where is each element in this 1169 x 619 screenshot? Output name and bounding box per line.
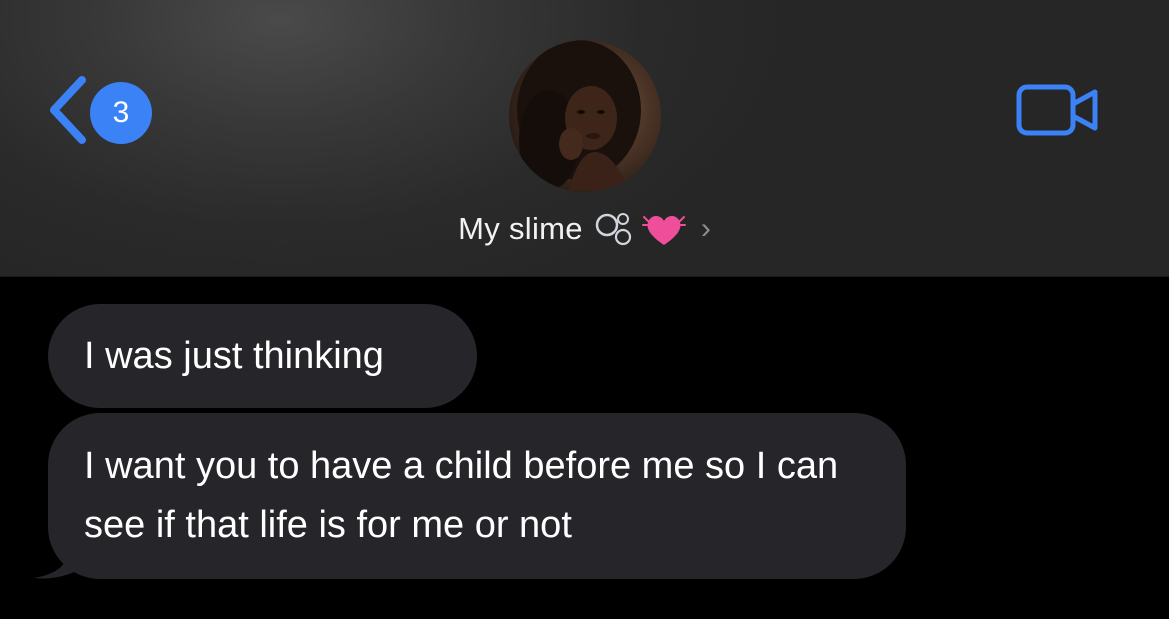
video-camera-icon <box>1016 84 1098 136</box>
chevron-right-icon: › <box>700 212 711 245</box>
message-text: I was just thinking <box>84 335 384 377</box>
avatar[interactable] <box>509 40 661 192</box>
beating-heart-emoji-icon <box>641 215 686 245</box>
bubbles-emoji-icon <box>595 213 631 246</box>
contact-photo <box>517 40 641 190</box>
back-button[interactable]: 3 <box>46 74 152 146</box>
unread-count-badge: 3 <box>90 82 152 144</box>
incoming-message-bubble[interactable]: I was just thinking <box>48 304 477 408</box>
chevron-left-icon <box>50 76 86 144</box>
conversation-header: 3 My slime › <box>0 0 1169 277</box>
video-call-button[interactable] <box>1016 84 1100 136</box>
incoming-message-bubble[interactable]: I want you to have a child before me so … <box>48 413 906 579</box>
message-text: I want you to have a child before me so … <box>84 445 839 546</box>
contact-name: My slime <box>458 211 583 246</box>
contact-name-row[interactable]: My slime › <box>0 206 1169 252</box>
